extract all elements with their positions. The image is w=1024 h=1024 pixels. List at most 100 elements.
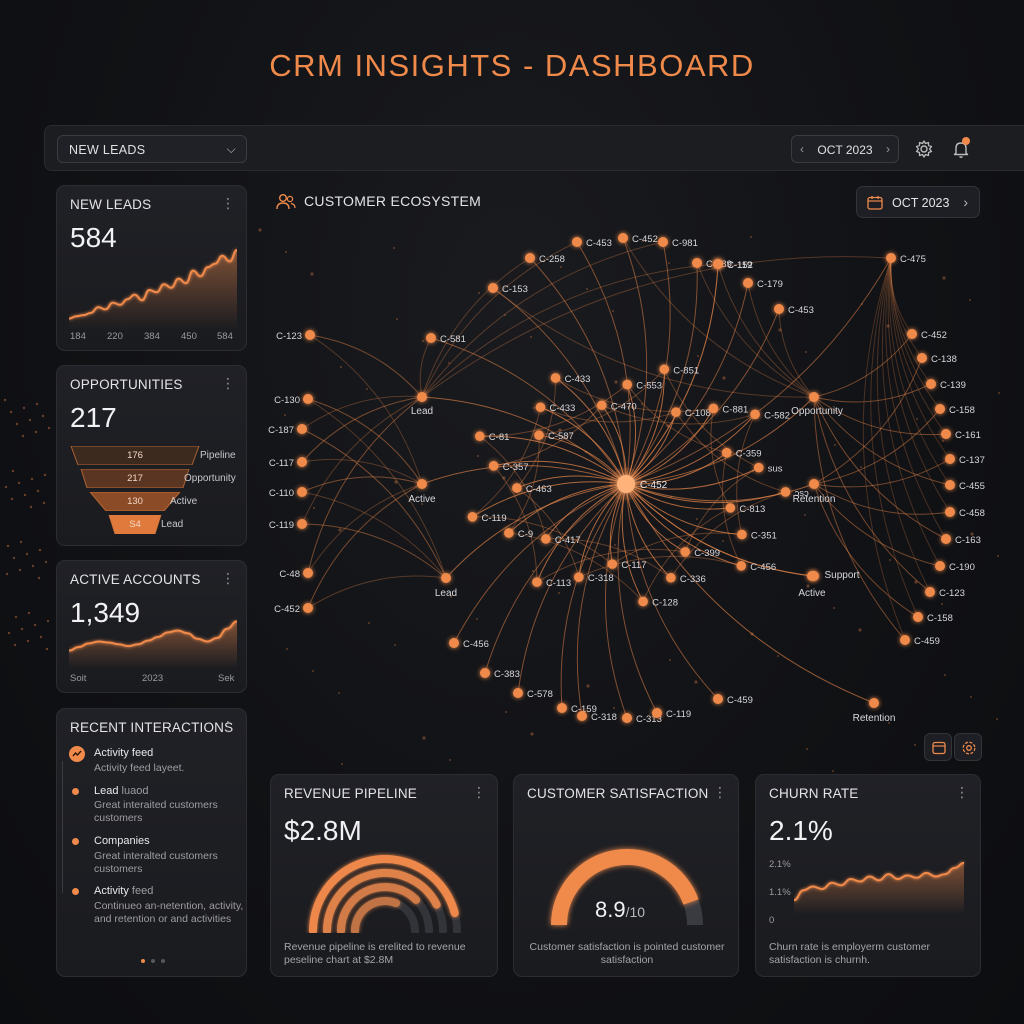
feed-item-title[interactable]: Activity feed [94, 885, 153, 897]
feed-item-title[interactable]: Lead luaod [94, 785, 148, 797]
particle [45, 647, 49, 651]
network-edge [813, 408, 941, 485]
particle [944, 674, 946, 676]
network-edge [813, 396, 947, 436]
node-label: C-128 [652, 597, 678, 608]
hub-node [417, 479, 427, 489]
x-tick: Soit [70, 673, 87, 684]
node-label: C-581 [440, 334, 466, 345]
network-edge [492, 287, 627, 485]
node-label: C-336 [680, 574, 706, 585]
more-options-icon[interactable]: ⋮ [472, 785, 486, 799]
network-edge [625, 483, 815, 577]
chevron-left-icon[interactable]: ‹ [800, 142, 804, 156]
network-edge [430, 337, 627, 485]
network-edge [493, 404, 603, 467]
graph-settings-button[interactable] [954, 733, 982, 761]
network-node [659, 364, 670, 375]
particle [4, 485, 8, 489]
network-node [721, 447, 732, 458]
revenue-value: $2.8M [284, 815, 362, 846]
funnel-value: 217 [127, 473, 143, 484]
more-options-icon[interactable]: ⋮ [221, 376, 235, 390]
particle [42, 501, 46, 505]
layout-button[interactable] [924, 733, 952, 761]
particle [14, 615, 18, 619]
network-edge [736, 414, 756, 535]
particle [670, 496, 672, 498]
ecosystem-month-button[interactable]: OCT 2023 › [856, 186, 980, 218]
network-edge [889, 257, 951, 460]
particle [17, 481, 21, 485]
network-node [557, 703, 567, 713]
particle [43, 473, 47, 477]
network-edge [625, 483, 742, 567]
feed-item-desc: Continueo an-netention, activity, and re… [94, 900, 244, 925]
particle [450, 596, 452, 598]
network-edge [517, 483, 627, 694]
particle [914, 744, 916, 746]
hub-node [869, 698, 879, 708]
particle [478, 292, 480, 294]
month-selector-label: OCT 2023 [817, 143, 873, 157]
network-edge [301, 491, 447, 579]
node-label: C-813 [739, 504, 765, 515]
more-options-icon[interactable]: ⋮ [221, 196, 235, 210]
active-accounts-card: ACTIVE ACCOUNTS ⋮ 1,349 Soit 2023 Sek [56, 560, 247, 693]
network-node [622, 379, 633, 390]
particle [15, 422, 19, 426]
network-edge [421, 257, 531, 398]
pager-dot-active[interactable] [141, 959, 145, 963]
chevron-right-icon[interactable]: › [886, 142, 890, 156]
funnel-stage[interactable]: 176 Pipeline [57, 446, 248, 465]
node-label: C-399 [694, 548, 720, 559]
node-label: C-123 [276, 331, 302, 342]
feed-item-title[interactable]: Companies [94, 835, 150, 847]
particle [560, 266, 562, 268]
card-title: CHURN RATE [769, 786, 859, 801]
network-node [638, 596, 648, 607]
month-selector[interactable]: ‹ OCT 2023 › [791, 135, 899, 163]
particle [29, 505, 33, 509]
more-options-icon[interactable]: ⋮ [713, 785, 727, 799]
particle [47, 426, 51, 430]
node-label: C-258 [539, 254, 565, 265]
funnel-stage[interactable]: 130 Active [57, 492, 248, 511]
node-label: C-318 [591, 712, 617, 723]
particle [34, 430, 38, 434]
particle [368, 622, 370, 624]
funnel-label: Opportunity [184, 473, 236, 484]
more-options-icon[interactable]: ⋮ [221, 719, 235, 733]
x-tick: 584 [217, 331, 233, 342]
feed-item-title[interactable]: Activity feed [94, 747, 153, 759]
network-edge [778, 308, 815, 398]
network-edge [813, 333, 913, 398]
chart-area [69, 621, 237, 669]
node-label: C-187 [268, 425, 294, 436]
network-edge [722, 452, 742, 567]
funnel-value: S4 [129, 519, 141, 530]
node-label: C-553 [636, 381, 662, 392]
node-label: C-113 [546, 578, 571, 589]
network-edge [684, 467, 759, 553]
particle [13, 643, 17, 647]
node-label: C-163 [955, 535, 981, 546]
particle [3, 398, 7, 402]
more-options-icon[interactable]: ⋮ [221, 571, 235, 585]
network-edge [888, 257, 951, 486]
pager-dot[interactable] [151, 959, 155, 963]
card-title: REVENUE PIPELINE [284, 786, 417, 801]
funnel-stage[interactable]: S4 Lead [57, 515, 248, 534]
network-node [297, 487, 307, 497]
filter-dropdown[interactable]: NEW LEADS ⌵ [57, 135, 247, 163]
node-label: C-123 [939, 588, 965, 599]
network-edge [625, 452, 728, 485]
network-node [926, 379, 936, 389]
settings-icon[interactable] [913, 138, 935, 160]
hub-node [809, 571, 819, 581]
funnel-stage[interactable]: 217 Opportunity [57, 469, 248, 488]
pager-dot[interactable] [161, 959, 165, 963]
particle [448, 362, 450, 364]
network-edge [421, 241, 578, 398]
more-options-icon[interactable]: ⋮ [955, 785, 969, 799]
